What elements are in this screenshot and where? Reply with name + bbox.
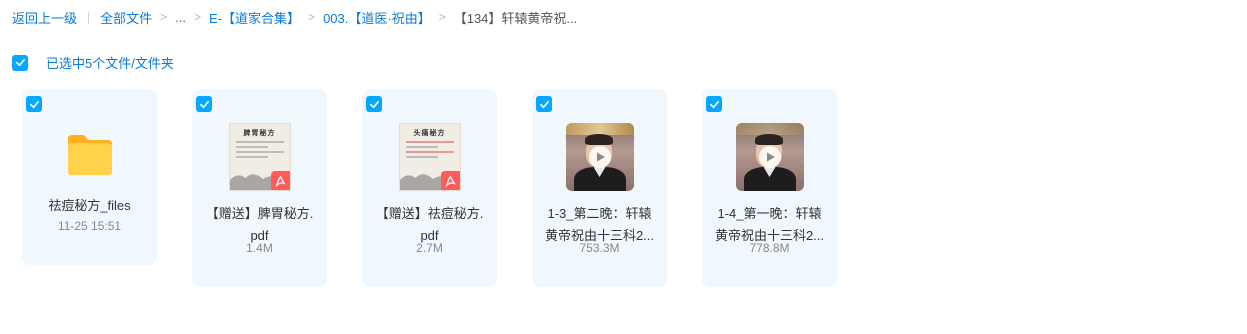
check-icon xyxy=(369,100,379,108)
file-grid: 祛痘秘方_files 11-25 15:51 脾胃秘方 【赠送】脾胃秘方. pd… xyxy=(22,89,837,287)
chevron-right-icon: > xyxy=(308,10,316,24)
selection-bar: 已选中5个文件/文件夹 xyxy=(12,53,174,72)
select-all-checkbox[interactable] xyxy=(12,54,28,71)
folder-icon xyxy=(67,135,112,175)
file-card-video[interactable]: 1-4_第一晚：轩辕 黄帝祝由十三科2... 778.8M xyxy=(702,89,837,287)
pdf-thumbnail: 头痛秘方 xyxy=(398,123,461,191)
check-icon xyxy=(15,58,25,67)
file-card-folder[interactable]: 祛痘秘方_files 11-25 15:51 xyxy=(22,89,157,265)
file-checkbox[interactable] xyxy=(196,96,212,112)
file-card-pdf[interactable]: 头痛秘方 【赠送】祛痘秘方. pdf 2.7M xyxy=(362,89,497,287)
file-checkbox[interactable] xyxy=(26,96,42,112)
pdf-thumbnail: 脾胃秘方 xyxy=(228,123,291,191)
chevron-right-icon: > xyxy=(438,10,446,24)
pdf-thumbnail-title: 头痛秘方 xyxy=(413,128,446,137)
check-icon xyxy=(29,100,39,108)
file-checkbox[interactable] xyxy=(366,96,382,112)
file-card-pdf[interactable]: 脾胃秘方 【赠送】脾胃秘方. pdf 1.4M xyxy=(192,89,327,287)
breadcrumb-current: 【134】轩辕黄帝祝... xyxy=(453,10,578,26)
chevron-right-icon: > xyxy=(160,10,168,24)
file-card-video[interactable]: 1-3_第二晚：轩辕 黄帝祝由十三科2... 753.3M xyxy=(532,89,667,287)
breadcrumb: 返回上一级 | 全部文件 > ... > E-【道家合集】 > 003.【道医·… xyxy=(12,8,577,26)
file-size: 753.3M xyxy=(579,241,620,255)
breadcrumb-divider: | xyxy=(87,10,91,24)
pdf-icon xyxy=(440,171,460,190)
selection-count-label: 已选中5个文件/文件夹 xyxy=(46,56,174,71)
file-size: 778.8M xyxy=(749,241,790,255)
check-icon xyxy=(709,100,719,108)
chevron-right-icon: > xyxy=(194,10,202,24)
breadcrumb-ellipsis[interactable]: ... xyxy=(175,10,186,25)
file-modified-time: 11-25 15:51 xyxy=(57,219,122,233)
breadcrumb-level1[interactable]: E-【道家合集】 xyxy=(209,8,300,27)
check-icon xyxy=(199,100,209,108)
breadcrumb-level2[interactable]: 003.【道医·祝由】 xyxy=(323,8,431,27)
file-checkbox[interactable] xyxy=(706,96,722,112)
play-icon xyxy=(588,146,611,168)
file-size: 1.4M xyxy=(246,241,273,255)
pdf-icon xyxy=(270,171,290,190)
file-name: 祛痘秘方_files xyxy=(48,198,131,213)
video-thumbnail xyxy=(735,123,804,191)
breadcrumb-all-files[interactable]: 全部文件 xyxy=(100,8,152,27)
play-icon xyxy=(758,146,781,168)
file-size: 2.7M xyxy=(416,241,443,255)
back-link[interactable]: 返回上一级 xyxy=(12,8,77,27)
check-icon xyxy=(539,100,549,108)
video-thumbnail xyxy=(565,123,634,191)
file-checkbox[interactable] xyxy=(536,96,552,112)
pdf-thumbnail-title: 脾胃秘方 xyxy=(243,128,276,137)
